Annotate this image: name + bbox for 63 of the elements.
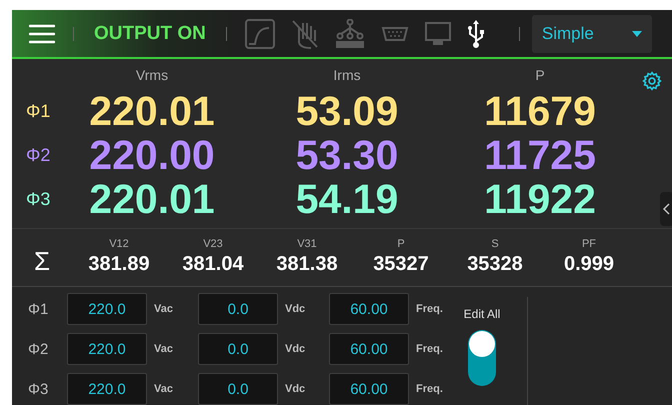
reading-value: 11725 [483,133,597,178]
value-field[interactable]: 220.0 [67,373,147,405]
network-master-icon[interactable] [334,18,365,49]
reading-value: 220.01 [88,89,216,134]
menu-icon[interactable] [29,24,55,44]
unit-label: Freq. [415,343,444,355]
reading-value: 53.30 [294,133,400,178]
reading-value: 220.01 [88,177,216,222]
total-value: 381.89 [88,253,150,276]
value-field[interactable]: 60.00 [329,373,409,405]
value-field[interactable]: 60.00 [329,333,409,365]
total-label: V12 [109,238,129,250]
total-value: 381.04 [182,253,244,276]
caret-icon [632,30,642,37]
value-field[interactable]: 220.0 [67,293,147,325]
total-label: V23 [203,238,223,250]
waveform-icon[interactable] [244,18,275,49]
mode-dropdown[interactable]: Simple [532,14,652,53]
unit-label: Vdc [284,343,306,355]
sum-symbol: Σ [32,246,52,277]
value-field[interactable]: 0.0 [198,333,278,365]
phase-label: Φ2 [27,340,50,358]
phase-label: Φ2 [25,144,52,166]
column-header: Irms [332,67,362,86]
unit-label: Freq. [415,303,444,315]
unit-label: Vdc [284,303,306,315]
monitor-icon[interactable] [424,22,451,46]
total-label: V31 [297,238,317,250]
settings-icon[interactable] [642,71,662,92]
unit-label: Vac [153,383,174,395]
usb-icon[interactable] [466,20,485,48]
total-value: 0.999 [564,253,614,276]
value-field[interactable]: 60.00 [329,293,409,325]
total-label: P [397,238,405,250]
value-field[interactable]: 220.0 [67,333,147,365]
unit-label: Freq. [415,383,444,395]
total-value: 381.38 [276,253,338,276]
reading-value: 54.19 [294,177,400,222]
column-header: Vrms [134,67,170,86]
serial-port-icon[interactable] [380,26,409,42]
value-field[interactable]: 0.0 [198,293,278,325]
reading-value: 11922 [483,177,597,222]
total-label: S [491,238,499,250]
output-status: OUTPUT ON [94,22,206,45]
total-value: 35327 [373,253,429,276]
phase-label: Φ3 [25,188,52,210]
phase-label: Φ1 [27,300,50,318]
unit-label: Vac [153,303,174,315]
edit-all-label: Edit All [464,307,500,321]
unit-label: Vac [153,343,174,355]
value-field[interactable]: 0.0 [198,373,278,405]
reading-value: 11679 [483,89,597,134]
column-header: P [534,67,546,86]
unit-label: Vdc [284,383,306,395]
phase-label: Φ3 [27,380,50,398]
reading-value: 220.00 [88,133,216,178]
total-label: PF [582,238,596,250]
hand-off-icon[interactable] [290,18,319,49]
phase-label: Φ1 [25,100,52,122]
collapse-tab-icon[interactable] [660,192,672,226]
reading-value: 53.09 [294,89,400,134]
total-value: 35328 [467,253,523,276]
edit-all-toggle[interactable] [468,330,496,386]
